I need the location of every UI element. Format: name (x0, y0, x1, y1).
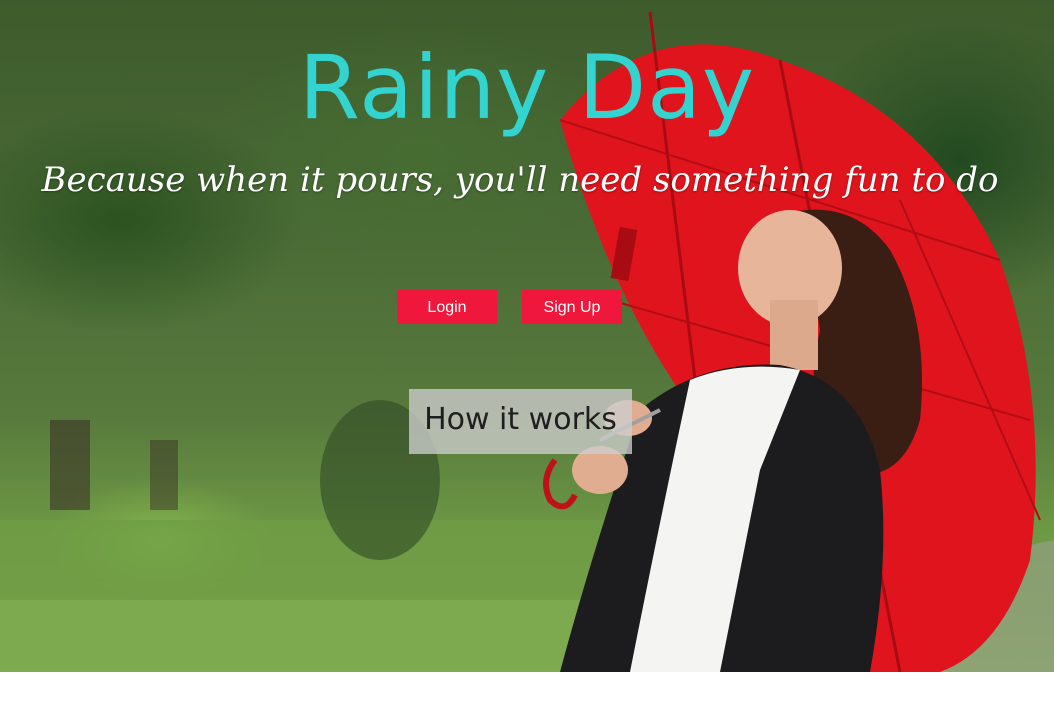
site-tagline: Because when it pours, you'll need somet… (41, 160, 999, 200)
how-it-works-button[interactable]: How it works (409, 389, 632, 454)
site-title: Rainy Day (298, 36, 756, 139)
sign-up-button[interactable]: Sign Up (522, 290, 622, 324)
login-button[interactable]: Login (397, 290, 497, 324)
hero-section: Rainy Day Because when it pours, you'll … (0, 0, 1054, 672)
